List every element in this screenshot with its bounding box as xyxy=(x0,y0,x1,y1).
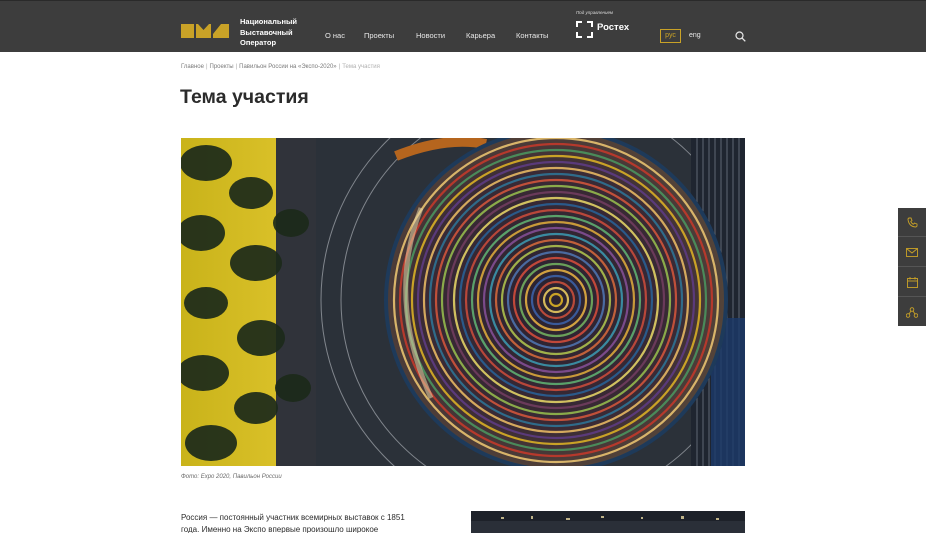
calendar-icon xyxy=(906,276,918,288)
side-toolbar xyxy=(898,208,926,326)
phone-button[interactable] xyxy=(898,208,926,237)
lang-ru-button[interactable]: рус xyxy=(660,29,681,43)
article-body: Россия — постоянный участник всемирных в… xyxy=(181,512,441,533)
search-icon[interactable] xyxy=(735,31,746,42)
mail-icon xyxy=(906,247,918,257)
calendar-button[interactable] xyxy=(898,268,926,297)
breadcrumb-item[interactable]: Павильон России на «Экспо-2020» xyxy=(239,64,337,70)
lang-en-button[interactable]: eng xyxy=(689,29,701,43)
phone-icon xyxy=(907,217,917,227)
pavilion-aerial-photo xyxy=(181,138,745,466)
logo-text[interactable]: Национальный Выставочный Оператор xyxy=(240,17,310,49)
site-header: Национальный Выставочный Оператор О нас … xyxy=(0,0,926,52)
breadcrumb-separator: | xyxy=(338,64,341,70)
night-photo xyxy=(471,511,745,533)
image-caption: Фото: Expo 2020, Павильон России xyxy=(181,474,282,480)
rostec-name: Ростех xyxy=(597,22,630,33)
breadcrumb-item[interactable]: Проекты xyxy=(210,64,234,70)
logo-line: Национальный xyxy=(240,17,298,26)
nav-item-news[interactable]: Новости xyxy=(416,31,445,40)
logo-line: Оператор xyxy=(240,38,277,47)
network-button[interactable] xyxy=(898,298,926,327)
breadcrumb-separator: | xyxy=(235,64,238,70)
logo-icon[interactable] xyxy=(181,21,229,41)
rostec-caption: Под управлением xyxy=(576,10,613,15)
breadcrumb-current: Тема участия xyxy=(342,64,380,70)
page-title: Тема участия xyxy=(180,86,309,108)
article-line: Россия — постоянный участник всемирных в… xyxy=(181,513,405,522)
network-icon xyxy=(906,307,918,318)
nav-item-contacts[interactable]: Контакты xyxy=(516,31,548,40)
nav-item-about[interactable]: О нас xyxy=(325,31,345,40)
secondary-image xyxy=(471,511,745,533)
breadcrumb: Главное | Проекты | Павильон России на «Эксп… xyxy=(181,64,380,70)
logo-line: Выставочный xyxy=(240,27,293,37)
breadcrumb-item[interactable]: Главное xyxy=(181,64,204,70)
rostec-logo[interactable]: Под управлением Ростех xyxy=(576,10,646,44)
article-line: года. Именно на Экспо впервые произошло … xyxy=(181,524,379,533)
mail-button[interactable] xyxy=(898,238,926,267)
nav-item-projects[interactable]: Проекты xyxy=(364,31,394,40)
breadcrumb-separator: | xyxy=(205,64,208,70)
hero-image xyxy=(181,138,745,466)
nav-item-career[interactable]: Карьера xyxy=(466,31,495,40)
rostec-mark-icon xyxy=(576,21,593,38)
